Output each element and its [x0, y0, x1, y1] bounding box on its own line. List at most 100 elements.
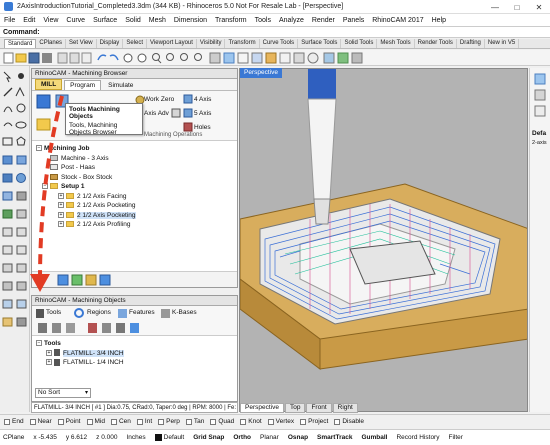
tab-regions[interactable]: Regions [87, 309, 111, 316]
tab-curve-tools[interactable]: Curve Tools [260, 39, 299, 48]
tab-new-in-v5[interactable]: New in V5 [485, 39, 520, 48]
menu-analyze[interactable]: Analyze [279, 17, 304, 24]
menu-render[interactable]: Render [312, 17, 335, 24]
menu-view[interactable]: View [43, 17, 58, 24]
menu-rhinocam[interactable]: RhinoCAM 2017 [372, 17, 423, 24]
close-button[interactable]: ✕ [528, 0, 550, 14]
menu-edit[interactable]: Edit [23, 17, 35, 24]
osnap-knot[interactable]: Knot [240, 418, 262, 425]
tab-mesh-tools[interactable]: Mesh Tools [377, 39, 415, 48]
sort-select[interactable]: No Sort ▾ [35, 388, 91, 398]
tab-cplanes[interactable]: CPlanes [36, 39, 67, 48]
tab-simulate[interactable]: Simulate [103, 81, 138, 90]
menu-help[interactable]: Help [432, 17, 446, 24]
tab-features[interactable]: Features [129, 309, 155, 316]
osnap-disable[interactable]: Disable [334, 418, 364, 425]
ribbon-work-zero[interactable]: Work Zero [144, 96, 174, 103]
tab-visibility[interactable]: Visibility [197, 39, 226, 48]
toggle-ortho[interactable]: Ortho [233, 434, 251, 441]
osnap-quad[interactable]: Quad [210, 418, 234, 425]
tab-display[interactable]: Display [97, 39, 124, 48]
maximize-button[interactable]: □ [506, 0, 528, 14]
tab-surface-tools[interactable]: Surface Tools [298, 39, 342, 48]
menu-surface[interactable]: Surface [93, 17, 117, 24]
tool-item-flatmill-14[interactable]: + FLATMILL- 1/4 INCH [36, 358, 233, 368]
ribbon-5-axis[interactable]: 5 Axis [194, 110, 211, 117]
tab-k-bases[interactable]: K-Bases [172, 309, 197, 316]
left-tool-icons[interactable] [0, 66, 30, 412]
collapse-icon[interactable]: − [36, 145, 42, 152]
menu-panels[interactable]: Panels [343, 17, 364, 24]
osnap-project[interactable]: Project [300, 418, 328, 425]
expand-icon[interactable]: + [58, 221, 64, 228]
tab-top[interactable]: Top [284, 403, 306, 413]
tab-drafting[interactable]: Drafting [457, 39, 485, 48]
tool-item-flatmill-34[interactable]: + FLATMILL- 3/4 INCH [36, 349, 233, 359]
tools-root[interactable]: − Tools [36, 339, 233, 349]
tab-set-view[interactable]: Set View [66, 39, 97, 48]
osnap-near[interactable]: Near [29, 418, 52, 425]
tree-op-profiling[interactable]: +2 1/2 Axis Profiling [36, 220, 233, 230]
osnap-perp[interactable]: Perp [158, 418, 180, 425]
ribbon-4-axis[interactable]: 4 Axis [194, 96, 211, 103]
menu-dimension[interactable]: Dimension [174, 17, 207, 24]
tab-transform[interactable]: Transform [225, 39, 260, 48]
status-layer[interactable]: Default [164, 434, 185, 441]
tree-root[interactable]: − Machining Job [36, 144, 233, 154]
tree-post[interactable]: Post - Haas [36, 163, 233, 173]
toggle-osnap[interactable]: Osnap [288, 434, 308, 441]
perspective-viewport[interactable] [239, 68, 528, 412]
expand-icon[interactable]: + [46, 349, 52, 356]
objects-tool-icons[interactable] [32, 322, 237, 334]
expand-icon[interactable]: + [58, 211, 64, 218]
osnap-vertex[interactable]: Vertex [267, 418, 294, 425]
tree-stock[interactable]: Stock - Box Stock [36, 173, 233, 183]
tab-solid-tools[interactable]: Solid Tools [341, 39, 378, 48]
minimize-button[interactable]: — [484, 0, 506, 14]
tree-machine[interactable]: Machine - 3 Axis [36, 154, 233, 164]
tab-viewport-layout[interactable]: Viewport Layout [147, 39, 197, 48]
toggle-planar[interactable]: Planar [260, 434, 279, 441]
collapse-icon[interactable]: − [36, 340, 42, 347]
tab-standard[interactable]: Standard [4, 39, 37, 48]
toggle-record-history[interactable]: Record History [396, 434, 439, 441]
ribbon-axis-adv[interactable]: Axis Adv [144, 110, 169, 117]
osnap-cen[interactable]: Cen [110, 418, 131, 425]
tab-front[interactable]: Front [306, 403, 332, 413]
tab-mill[interactable]: MILL [35, 79, 63, 90]
tab-tools[interactable]: Tools [46, 309, 61, 316]
menu-solid[interactable]: Solid [125, 17, 141, 24]
tab-render-tools[interactable]: Render Tools [415, 39, 457, 48]
osnap-int[interactable]: Int [136, 418, 152, 425]
expand-icon[interactable]: + [46, 359, 52, 366]
menu-transform[interactable]: Transform [215, 17, 247, 24]
menu-curve[interactable]: Curve [66, 17, 85, 24]
toggle-gumball[interactable]: Gumball [361, 434, 387, 441]
tab-select[interactable]: Select [123, 39, 147, 48]
tab-perspective[interactable]: Perspective [240, 403, 284, 413]
expand-icon[interactable]: + [58, 192, 64, 199]
toggle-filter[interactable]: Filter [448, 434, 462, 441]
menu-mesh[interactable]: Mesh [149, 17, 166, 24]
toolbar-icons[interactable] [0, 50, 550, 66]
collapse-icon[interactable]: − [42, 183, 48, 190]
osnap-mid[interactable]: Mid [86, 418, 105, 425]
tab-right[interactable]: Right [332, 403, 358, 413]
expand-icon[interactable]: + [58, 202, 64, 209]
tree-op-pocketing-2[interactable]: +2 1/2 Axis Pocketing [36, 211, 233, 221]
toggle-grid-snap[interactable]: Grid Snap [193, 434, 224, 441]
command-line[interactable]: Command: [0, 26, 550, 38]
tree-op-pocketing-1[interactable]: +2 1/2 Axis Pocketing [36, 201, 233, 211]
bottom-toolbar-icons[interactable] [32, 272, 237, 288]
menu-tools[interactable]: Tools [255, 17, 271, 24]
toggle-smarttrack[interactable]: SmartTrack [317, 434, 352, 441]
osnap-tan[interactable]: Tan [185, 418, 204, 425]
tab-program[interactable]: Program [64, 80, 102, 90]
tree-setup[interactable]: − Setup 1 [36, 182, 233, 192]
osnap-point[interactable]: Point [57, 418, 81, 425]
tree-op-facing[interactable]: +2 1/2 Axis Facing [36, 192, 233, 202]
menu-file[interactable]: File [4, 17, 15, 24]
osnap-end[interactable]: End [4, 418, 24, 425]
viewport-label[interactable]: Perspective [240, 68, 282, 78]
ribbon-holes[interactable]: Holes [194, 124, 211, 131]
